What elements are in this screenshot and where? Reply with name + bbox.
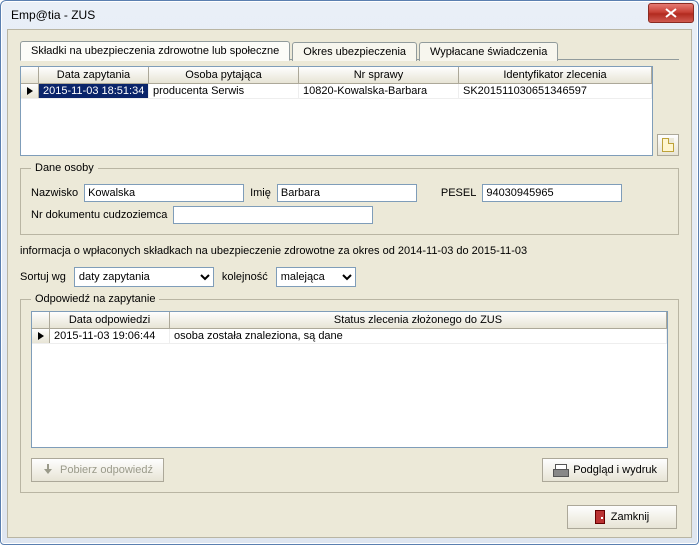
table-row[interactable]: 2015-11-03 18:51:34 producenta Serwis 10… [21,84,652,99]
nazwisko-label: Nazwisko [31,187,78,199]
app-window: Emp@tia - ZUS Składki na ubezpieczenia z… [0,0,699,545]
nrdoc-label: Nr dokumentu cudzoziemca [31,209,167,221]
document-icon [662,138,674,152]
pesel-label: PESEL [441,187,476,199]
response-grid-header: Data odpowiedzi Status zlecenia złożoneg… [32,312,667,329]
pesel-field[interactable] [482,184,622,202]
row-marker-header [21,67,39,83]
cell-status: osoba została znaleziona, są dane [170,329,667,343]
kolejnosc-label: kolejność [222,271,268,283]
sortuj-select[interactable]: daty zapytania [74,267,214,287]
client-area: Składki na ubezpieczenia zdrowotne lub s… [7,29,692,538]
row-marker-header [32,312,50,328]
cell-osoba-pytajaca: producenta Serwis [149,84,299,98]
col-status-zlecenia[interactable]: Status zlecenia złożonego do ZUS [170,312,667,328]
col-nr-sprawy[interactable]: Nr sprawy [299,67,459,83]
col-identyfikator[interactable]: Identyfikator zlecenia [459,67,652,83]
print-preview-button[interactable]: Podgląd i wydruk [542,458,668,482]
response-grid[interactable]: Data odpowiedzi Status zlecenia złożoneg… [31,311,668,448]
row-marker [21,84,39,98]
close-button[interactable]: Zamknij [567,505,677,529]
window-close-button[interactable] [648,3,694,23]
tab-okres[interactable]: Okres ubezpieczenia [292,42,417,61]
tab-bar: Składki na ubezpieczenia zdrowotne lub s… [20,40,679,60]
new-document-button[interactable] [657,134,679,156]
download-icon [42,464,54,476]
nrdoc-field[interactable] [173,206,373,224]
col-osoba-pytajaca[interactable]: Osoba pytająca [149,67,299,83]
imie-field[interactable] [277,184,417,202]
window-title: Emp@tia - ZUS [11,8,648,22]
queries-area: Data zapytania Osoba pytająca Nr sprawy … [20,66,679,156]
download-label: Pobierz odpowiedź [60,464,153,476]
queries-grid-header: Data zapytania Osoba pytająca Nr sprawy … [21,67,652,84]
col-data-zapytania[interactable]: Data zapytania [39,67,149,83]
tab-swiadczenia[interactable]: Wypłacane świadczenia [419,42,558,61]
response-fieldset: Odpowiedź na zapytanie Data odpowiedzi S… [20,293,679,493]
current-row-icon [38,332,44,340]
person-legend: Dane osoby [31,162,98,174]
footer: Zamknij [20,499,679,529]
print-label: Podgląd i wydruk [573,464,657,476]
queries-grid[interactable]: Data zapytania Osoba pytająca Nr sprawy … [20,66,653,156]
door-icon [595,510,605,524]
sort-controls: Sortuj wg daty zapytania kolejność malej… [20,267,679,287]
kolejnosc-select[interactable]: malejąca [276,267,356,287]
current-row-icon [27,87,33,95]
cell-data-odpowiedzi: 2015-11-03 19:06:44 [50,329,170,343]
download-response-button[interactable]: Pobierz odpowiedź [31,458,164,482]
sortuj-label: Sortuj wg [20,271,66,283]
close-label: Zamknij [611,511,650,523]
titlebar: Emp@tia - ZUS [1,1,698,29]
cell-identyfikator: SK201511030651346597 [459,84,652,98]
imie-label: Imię [250,187,271,199]
table-row[interactable]: 2015-11-03 19:06:44 osoba została znalez… [32,329,667,344]
col-data-odpowiedzi[interactable]: Data odpowiedzi [50,312,170,328]
tab-skladki[interactable]: Składki na ubezpieczenia zdrowotne lub s… [20,41,290,61]
cell-nr-sprawy: 10820-Kowalska-Barbara [299,84,459,98]
printer-icon [553,464,567,476]
close-icon [665,8,677,18]
row-marker [32,329,50,343]
response-legend: Odpowiedź na zapytanie [31,293,159,305]
nazwisko-field[interactable] [84,184,244,202]
cell-data-zapytania: 2015-11-03 18:51:34 [39,84,149,98]
info-text: informacja o wpłaconych składkach na ube… [20,241,679,261]
person-fieldset: Dane osoby Nazwisko Imię PESEL Nr dokume… [20,162,679,235]
